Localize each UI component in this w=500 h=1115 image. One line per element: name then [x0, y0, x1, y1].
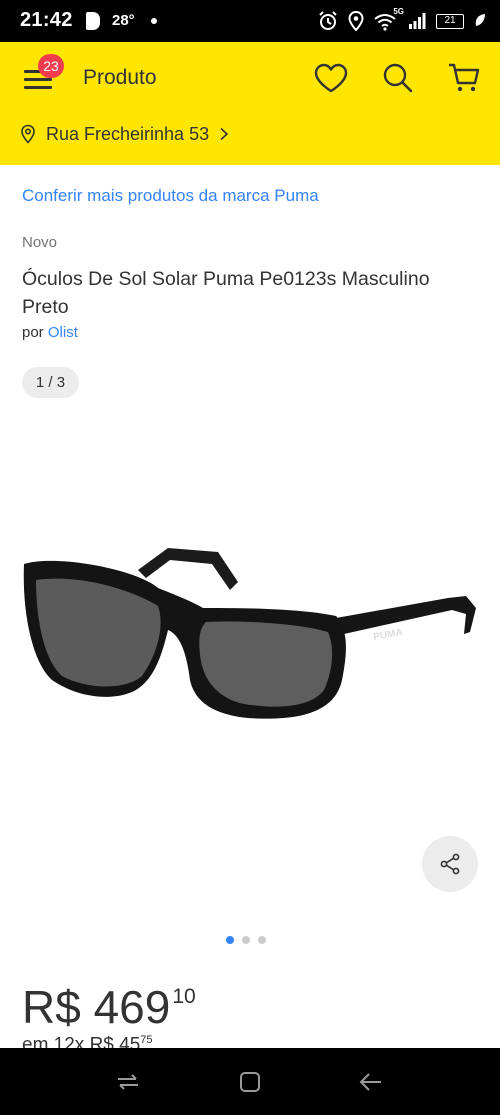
notification-dot-icon: [151, 18, 157, 24]
share-icon: [440, 853, 460, 875]
product-condition: Novo: [22, 234, 58, 251]
battery-icon: 21: [436, 13, 464, 29]
status-icons: 5G 21: [318, 7, 486, 32]
address-text: Rua Frecheirinha 53: [46, 123, 210, 144]
cart-button[interactable]: [446, 60, 482, 96]
page-title: Produto: [83, 66, 157, 89]
location-pin-icon: [21, 124, 35, 144]
status-bar: 21:42 28° 5G 21: [0, 0, 500, 42]
search-button[interactable]: [380, 60, 416, 96]
product-image-sunglasses[interactable]: PUMA: [18, 530, 482, 730]
status-time: 21:42: [20, 9, 73, 31]
chevron-right-icon: [220, 127, 229, 141]
carousel-dot-1[interactable]: [226, 936, 234, 944]
product-title: Óculos De Sol Solar Puma Pe0123s Masculi…: [22, 268, 430, 318]
home-icon: [240, 1072, 260, 1092]
home-button[interactable]: [234, 1066, 266, 1098]
app-notification-icon: [86, 12, 100, 30]
location-status-icon: [348, 11, 364, 31]
installments-cents: 75: [140, 1034, 153, 1046]
price: R$ 469 10: [22, 981, 196, 1033]
heart-icon: [314, 63, 348, 93]
status-temperature: 28°: [112, 12, 135, 29]
notification-badge: 23: [38, 54, 64, 78]
delivery-address[interactable]: Rua Frecheirinha 53: [20, 120, 229, 148]
alarm-icon: [319, 11, 337, 30]
leaf-icon: [475, 14, 485, 26]
image-carousel-dots: [226, 936, 266, 944]
seller-link[interactable]: Olist: [48, 324, 78, 341]
price-cents: 10: [172, 985, 196, 1008]
cart-icon: [449, 63, 480, 92]
back-button[interactable]: [354, 1066, 386, 1098]
menu-icon-line: [24, 78, 52, 81]
back-arrow-icon: [359, 1073, 381, 1091]
system-navigation-bar: [0, 1048, 500, 1115]
carousel-dot-2[interactable]: [242, 936, 250, 944]
wifi-5g-icon: 5G: [374, 7, 404, 31]
share-button[interactable]: [422, 836, 478, 892]
carousel-dot-3[interactable]: [258, 936, 266, 944]
favorites-button[interactable]: [313, 60, 349, 96]
recent-apps-button[interactable]: [112, 1066, 144, 1098]
brand-products-link[interactable]: Conferir mais produtos da marca Puma: [22, 186, 319, 206]
image-counter: 1 / 3: [22, 367, 79, 398]
seller-prefix: por: [22, 324, 44, 341]
app-header: 23 Produto Rua Frecheirinha 53: [0, 42, 500, 165]
price-main: R$ 469: [22, 981, 171, 1033]
recent-apps-icon: [118, 1074, 138, 1090]
signal-icon: [409, 13, 426, 29]
search-icon: [383, 63, 413, 93]
menu-icon-line: [24, 86, 52, 89]
seller-info: por Olist: [22, 324, 78, 341]
brand-logo-text: PUMA: [373, 627, 404, 643]
